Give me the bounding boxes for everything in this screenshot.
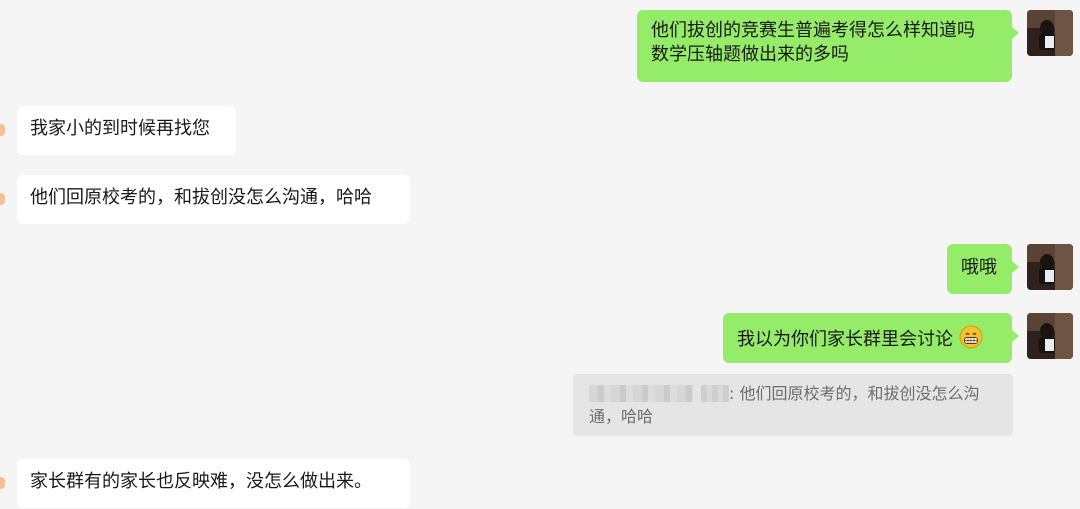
sender-avatar-edge [0,193,5,205]
message-text: 家长群有的家长也反映难，没怎么做出来。 [30,471,372,492]
quote-line: : 他们回原校考的，和拔创没怎么沟 [589,382,997,405]
redacted-name [589,385,693,402]
message-text: 我家小的到时候再找您 [30,118,210,139]
quoted-message[interactable]: : 他们回原校考的，和拔创没怎么沟 通，哈哈 [573,374,1013,436]
my-avatar[interactable] [1027,10,1073,56]
sent-message-bubble[interactable]: 哦哦 [947,244,1012,294]
bubble-tail [1012,27,1019,39]
message-text: 哦哦 [961,257,997,278]
received-message-bubble[interactable]: 他们回原校考的，和拔创没怎么沟通，哈哈 [17,175,410,224]
sent-message-bubble[interactable]: 他们拔创的竞赛生普遍考得怎么样知道吗 数学压轴题做出来的多吗 [637,10,1012,82]
my-avatar[interactable] [1027,244,1073,290]
message-text-line: 数学压轴题做出来的多吗 [651,44,849,65]
grinning-face-emoji [959,325,983,349]
bubble-tail [1012,261,1019,273]
message-text-line: 他们拔创的竞赛生普遍考得怎么样知道吗 [651,20,975,41]
sender-avatar-edge [0,477,5,489]
quote-text: : 他们回原校考的，和拔创没怎么沟 [729,384,980,403]
sender-avatar-edge [0,124,5,136]
quote-text: 通，哈哈 [589,407,654,426]
message-text: 他们回原校考的，和拔创没怎么沟通，哈哈 [30,187,372,208]
bubble-tail [1012,330,1019,342]
received-message-bubble[interactable]: 家长群有的家长也反映难，没怎么做出来。 [17,459,410,508]
sent-message-bubble[interactable]: 我以为你们家长群里会讨论 [723,313,1012,363]
chat-area[interactable]: 他们拔创的竞赛生普遍考得怎么样知道吗 数学压轴题做出来的多吗 我家小的到时候再找… [0,0,1080,509]
message-text: 我以为你们家长群里会讨论 [737,329,953,350]
redacted-name [701,385,729,402]
my-avatar[interactable] [1027,313,1073,359]
received-message-bubble[interactable]: 我家小的到时候再找您 [17,106,236,155]
